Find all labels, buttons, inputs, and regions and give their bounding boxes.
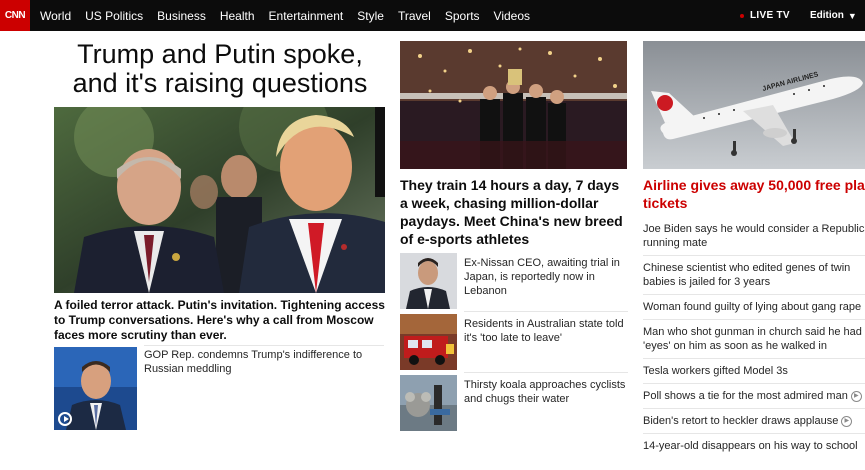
lead-headline[interactable]: Trump and Putin spoke, and it's raising … [54,40,386,98]
hero-image-trump-putin[interactable] [54,107,385,293]
list-item[interactable]: Biden's retort to heckler draws applause… [643,408,865,433]
nav-world[interactable]: World [40,9,71,23]
list-item-text: Woman found guilty of lying about gang r… [643,301,862,313]
nav-entertainment[interactable]: Entertainment [269,9,344,23]
fire-photo [400,314,457,370]
edition-label: Edition [810,10,844,21]
story-text: Residents in Australian state told it's … [464,318,624,344]
nav-business[interactable]: Business [157,9,206,23]
story-item-koala[interactable]: Thirsty koala approaches cyclists and ch… [400,372,628,431]
story-text: Ex-Nissan CEO, awaiting trial in Japan, … [464,257,620,297]
list-item-text: Joe Biden says he would consider a Repub… [643,223,865,249]
nav-us-politics[interactable]: US Politics [85,9,143,23]
edition-selector[interactable]: Edition ▼ [810,0,857,31]
list-item[interactable]: Woman found guilty of lying about gang r… [643,294,865,319]
top-nav-bar: CNN World US Politics Business Health En… [0,0,865,31]
nissan-ceo-thumbnail [400,253,457,309]
story-text: Thirsty koala approaches cyclists and ch… [464,379,626,405]
live-dot-icon [740,13,744,18]
australia-fire-thumbnail [400,314,457,370]
divider [144,345,384,346]
nissan-photo [400,253,457,309]
headline-list: Joe Biden says he would consider a Repub… [643,213,865,458]
cnn-logo[interactable]: CNN [0,0,30,31]
list-item-text: Man who shot gunman in church said he ha… [643,326,862,352]
koala-photo [400,375,457,431]
chevron-down-icon: ▼ [847,10,857,21]
list-item-text: Biden's retort to heckler draws applause [643,415,839,427]
video-thumbnail-gop-rep[interactable] [54,347,137,430]
story-item-nissan[interactable]: Ex-Nissan CEO, awaiting trial in Japan, … [400,253,628,309]
nav-health[interactable]: Health [220,9,255,23]
list-item[interactable]: Joe Biden says he would consider a Repub… [643,213,865,255]
list-item[interactable]: Chinese scientist who edited genes of tw… [643,255,865,294]
list-item[interactable]: 14-year-old disappears on his way to sch… [643,433,865,458]
divider [464,372,628,373]
play-icon[interactable] [58,412,72,426]
nav-style[interactable]: Style [357,9,384,23]
nav-sports[interactable]: Sports [445,9,480,23]
live-tv-link[interactable]: LIVE TV [740,0,790,31]
list-item[interactable]: Man who shot gunman in church said he ha… [643,319,865,358]
live-tv-label: LIVE TV [750,10,790,21]
list-item-text: Chinese scientist who edited genes of tw… [643,262,851,288]
hero-summary[interactable]: A foiled terror attack. Putin's invitati… [54,298,389,343]
plane-photo-illustration: JAPAN AIRLINES [643,41,865,169]
esports-image[interactable] [400,41,627,169]
airline-headline[interactable]: Airline gives away 50,000 free plane tic… [643,176,865,212]
divider [464,311,628,312]
section-nav: World US Politics Business Health Entert… [40,9,544,23]
nav-travel[interactable]: Travel [398,9,431,23]
esports-headline[interactable]: They train 14 hours a day, 7 days a week… [400,176,626,248]
hero-photo-illustration [54,107,385,293]
airline-image[interactable]: JAPAN AIRLINES [643,41,865,169]
list-item-text: Poll shows a tie for the most admired ma… [643,390,848,402]
video-play-icon[interactable]: ▶ [841,415,853,427]
esports-photo-illustration [400,41,627,169]
list-item[interactable]: Poll shows a tie for the most admired ma… [643,383,865,408]
koala-thumbnail [400,375,457,431]
list-item-text: 14-year-old disappears on his way to sch… [643,440,858,452]
nav-videos[interactable]: Videos [494,9,530,23]
story-link-gop-rep[interactable]: GOP Rep. condemns Trump's indifference t… [144,348,384,376]
list-item[interactable]: Tesla workers gifted Model 3s [643,358,865,383]
story-item-australia[interactable]: Residents in Australian state told it's … [400,311,628,370]
video-play-icon[interactable]: ▶ [850,390,862,402]
list-item-text: Tesla workers gifted Model 3s [643,365,788,377]
